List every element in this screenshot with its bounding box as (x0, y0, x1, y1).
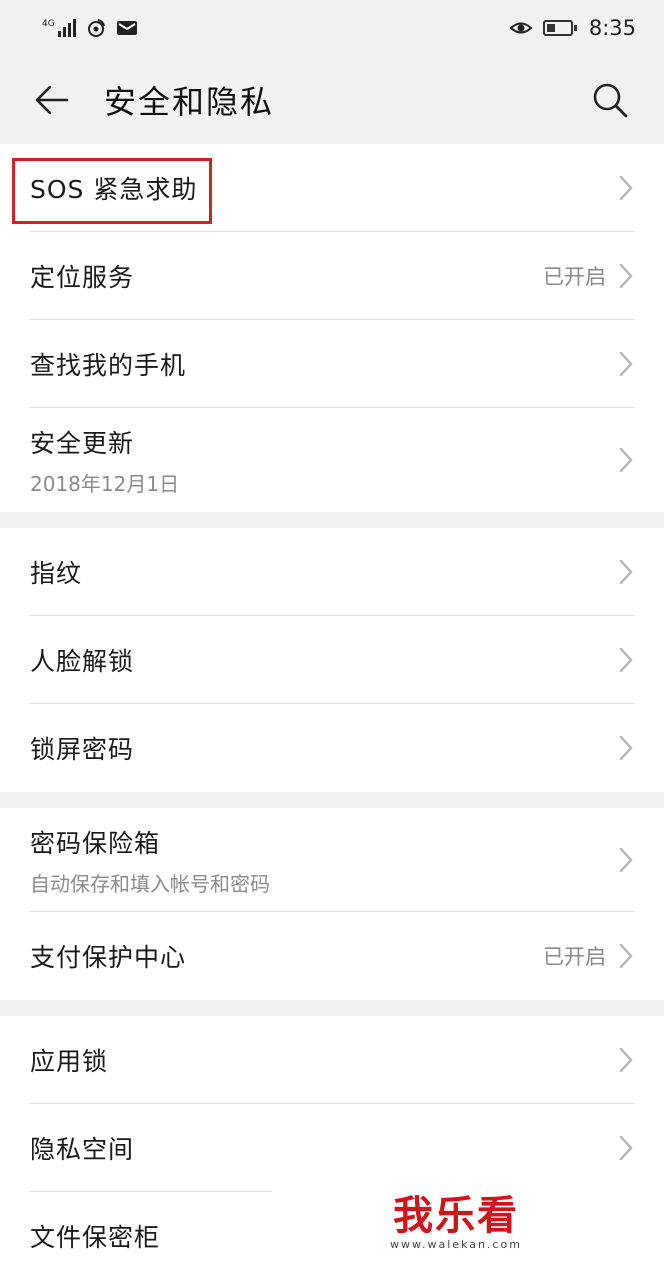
private-space-item[interactable]: 隐私空间 (0, 1104, 664, 1192)
item-label: 应用锁 (30, 1047, 109, 1076)
item-label: 安全更新 (30, 428, 135, 458)
security-update-item[interactable]: 安全更新 2018年12月1日 (0, 408, 664, 512)
eye-comfort-icon (509, 19, 533, 37)
chevron-right-icon (619, 175, 633, 201)
battery-icon (542, 20, 577, 36)
item-label: 定位服务 (30, 263, 135, 292)
watermark-title: 我乐看 (392, 1193, 519, 1239)
item-value: 已开启 (543, 945, 606, 969)
item-label: 指纹 (30, 559, 83, 588)
highlight-box (12, 158, 212, 224)
mail-icon (116, 19, 138, 37)
weibo-icon (86, 18, 106, 38)
item-label: 隐私空间 (30, 1135, 135, 1164)
file-safe-item[interactable]: 文件保密柜 (0, 1192, 664, 1280)
location-service-item[interactable]: 定位服务 已开启 (0, 232, 664, 320)
app-lock-item[interactable]: 应用锁 (0, 1016, 664, 1104)
chevron-right-icon (619, 647, 633, 673)
item-label: 锁屏密码 (30, 735, 135, 764)
page-title: 安全和隐私 (104, 83, 275, 121)
status-bar: 4G 8:35 (0, 0, 664, 56)
chevron-right-icon (619, 263, 633, 289)
fingerprint-item[interactable]: 指纹 (0, 528, 664, 616)
item-label: 密码保险箱 (30, 828, 161, 858)
item-subtitle: 自动保存和填入帐号和密码 (30, 871, 270, 896)
item-label: 查找我的手机 (30, 351, 187, 380)
network-type-label: 4G (42, 19, 55, 29)
chevron-right-icon (619, 1047, 633, 1073)
watermark: 我乐看 www.walekan.com (390, 1196, 522, 1251)
status-time: 8:35 (588, 16, 636, 40)
chevron-right-icon (619, 1135, 633, 1161)
watermark-url: www.walekan.com (390, 1238, 522, 1251)
search-icon[interactable] (590, 80, 630, 120)
status-right: 8:35 (509, 16, 636, 40)
settings-group-2: 指纹 人脸解锁 锁屏密码 (0, 528, 664, 792)
chevron-right-icon (619, 559, 633, 585)
chevron-right-icon (619, 447, 633, 473)
item-label: 人脸解锁 (30, 647, 135, 676)
face-unlock-item[interactable]: 人脸解锁 (0, 616, 664, 704)
item-label: 支付保护中心 (30, 943, 187, 972)
lock-screen-password-item[interactable]: 锁屏密码 (0, 704, 664, 792)
chevron-right-icon (619, 943, 633, 969)
chevron-right-icon (619, 351, 633, 377)
status-left: 4G (42, 17, 138, 39)
password-vault-item[interactable]: 密码保险箱 自动保存和填入帐号和密码 (0, 808, 664, 912)
payment-protection-item[interactable]: 支付保护中心 已开启 (0, 912, 664, 1000)
settings-group-4: 应用锁 隐私空间 文件保密柜 (0, 1016, 664, 1280)
signal-icon: 4G (42, 17, 76, 39)
find-my-phone-item[interactable]: 查找我的手机 (0, 320, 664, 408)
back-arrow-icon[interactable] (34, 82, 70, 118)
settings-group-3: 密码保险箱 自动保存和填入帐号和密码 支付保护中心 已开启 (0, 808, 664, 1000)
item-value: 已开启 (543, 265, 606, 289)
item-subtitle: 2018年12月1日 (30, 471, 180, 496)
item-label: 文件保密柜 (30, 1223, 161, 1252)
chevron-right-icon (619, 735, 633, 761)
app-bar: 安全和隐私 (0, 56, 664, 144)
chevron-right-icon (619, 847, 633, 873)
